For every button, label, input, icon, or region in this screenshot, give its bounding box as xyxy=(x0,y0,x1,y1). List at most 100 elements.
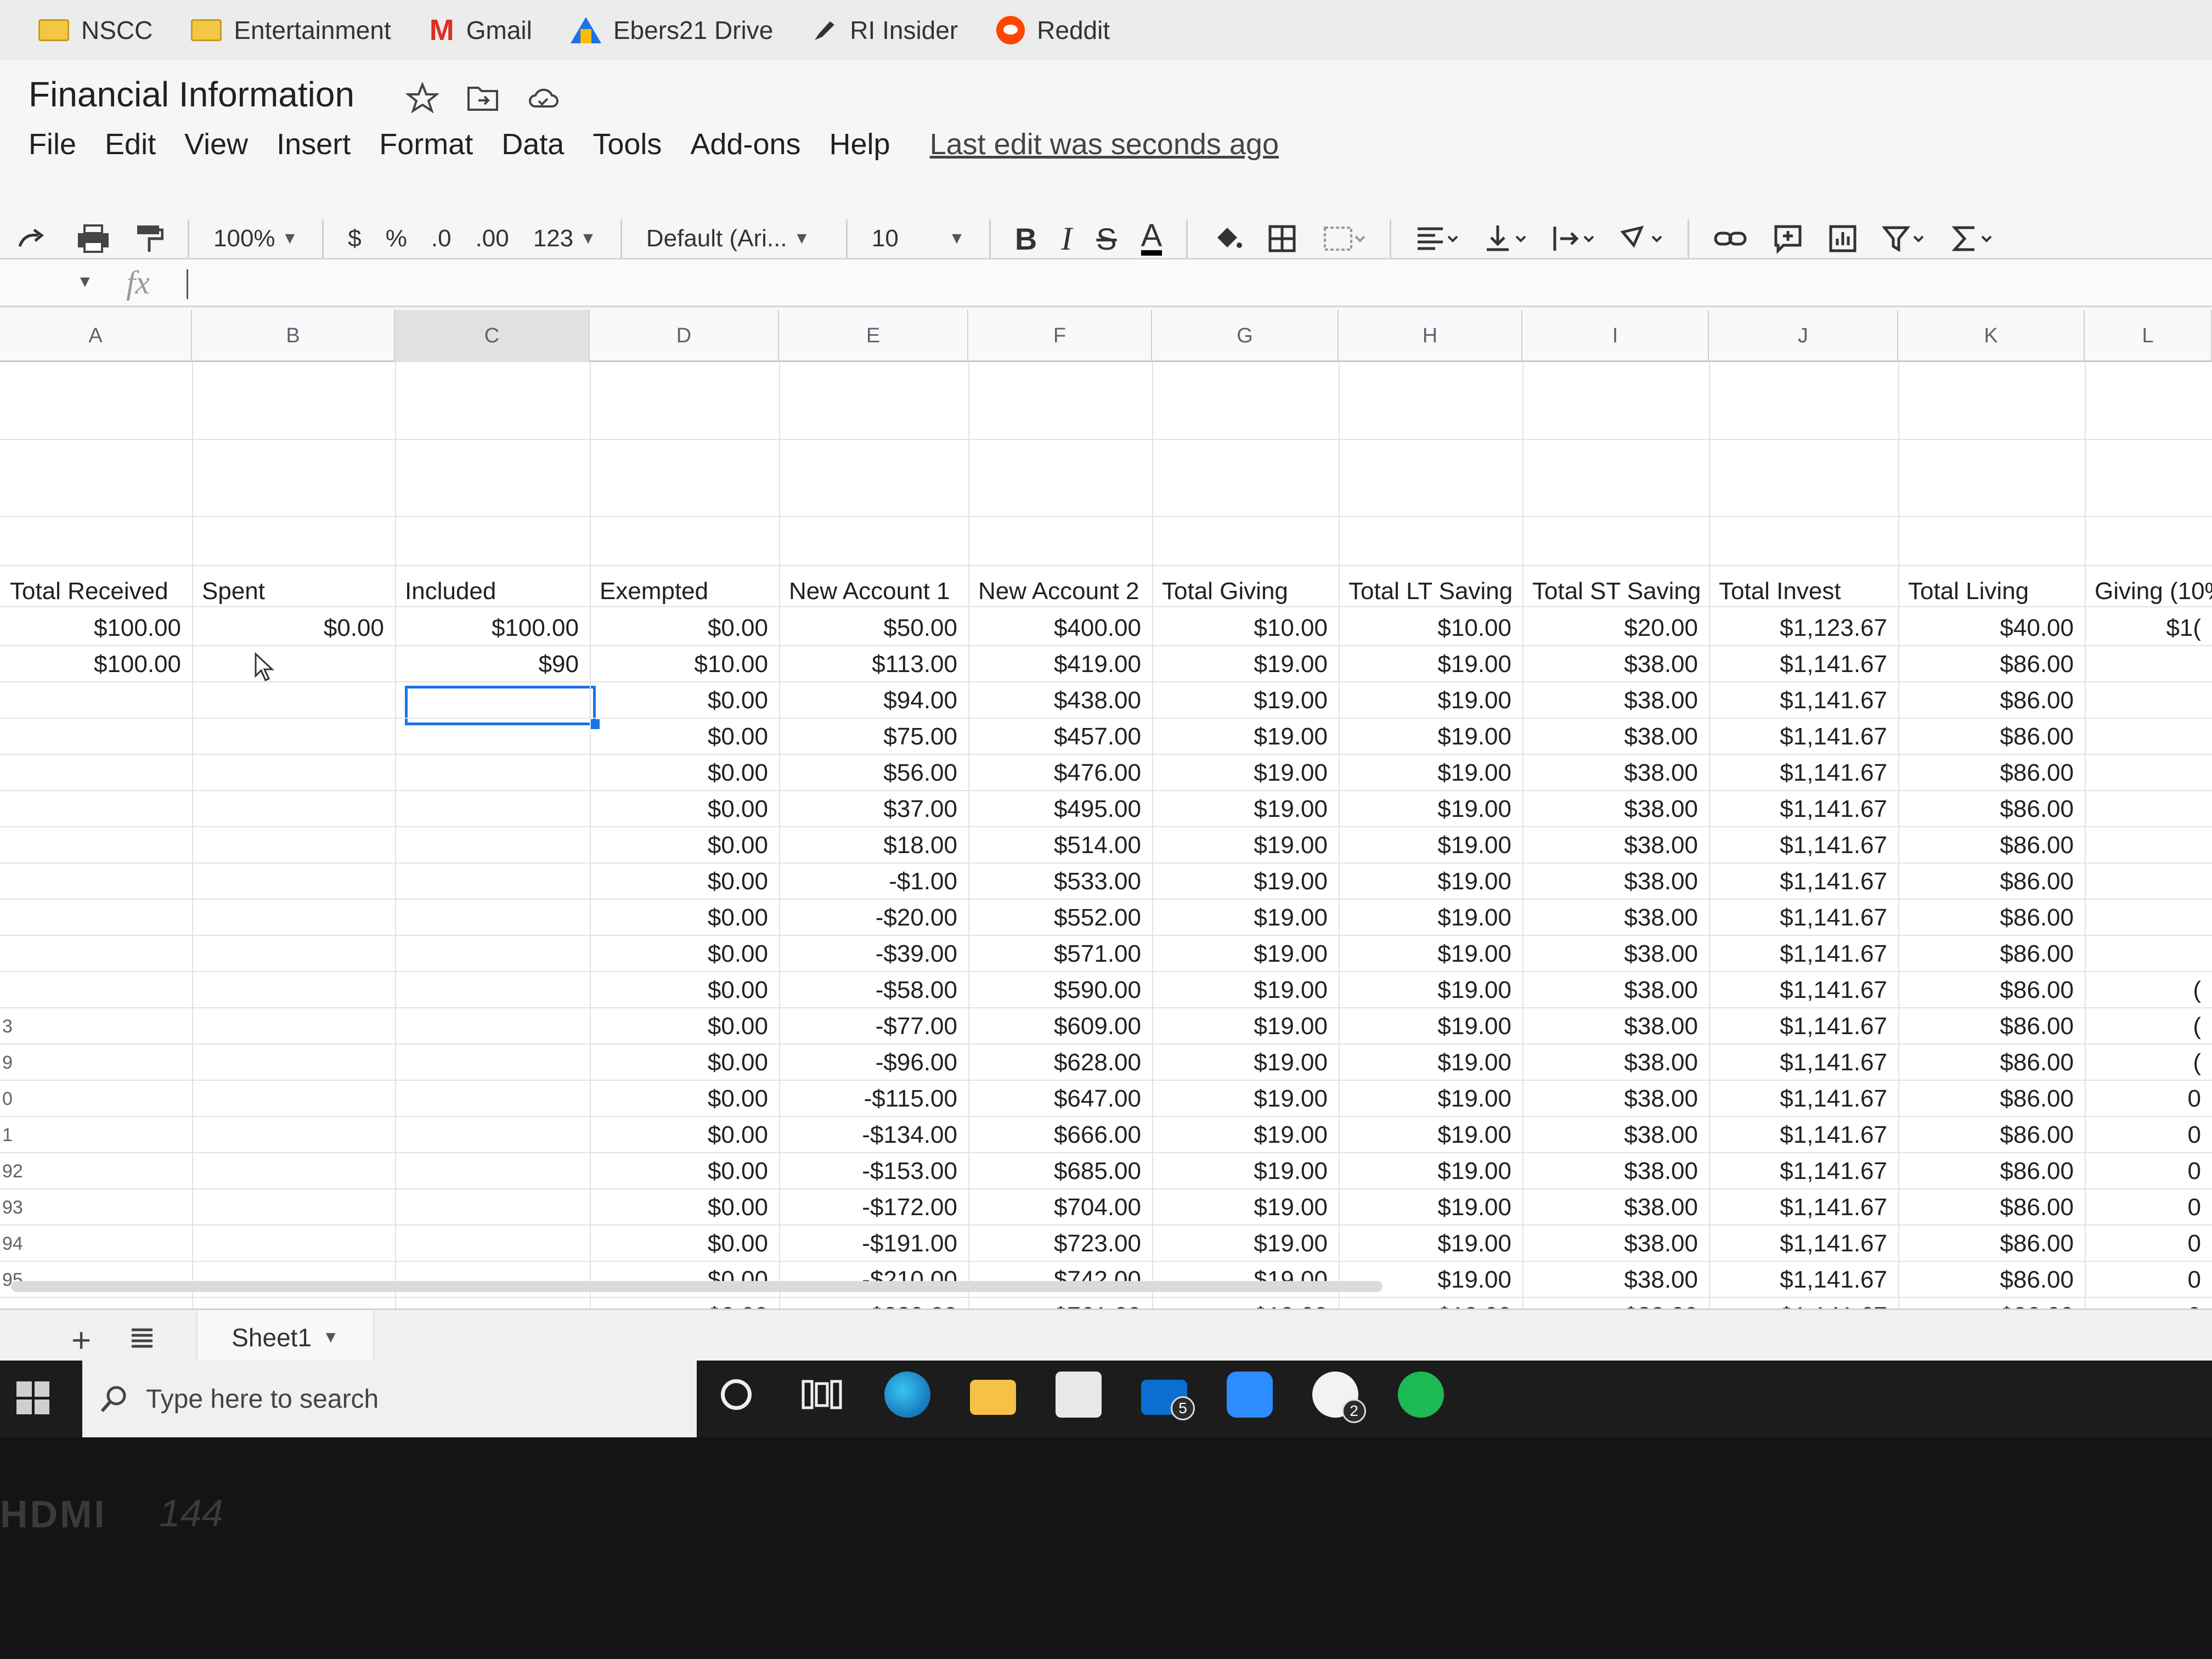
menu-format[interactable]: Format xyxy=(379,127,473,161)
cloud-saved-icon[interactable] xyxy=(527,82,560,113)
table-cell[interactable]: $19.00 xyxy=(1339,759,1511,787)
header-cell[interactable]: Total LT Saving xyxy=(1348,578,1513,605)
table-cell[interactable]: $0.00 xyxy=(192,614,384,642)
menu-addons[interactable]: Add-ons xyxy=(690,127,800,161)
table-cell[interactable]: $514.00 xyxy=(968,832,1141,859)
table-cell[interactable]: $1,141.67 xyxy=(1709,868,1887,895)
table-cell[interactable]: $38.00 xyxy=(1522,1266,1698,1294)
table-cell[interactable]: $0.00 xyxy=(590,1194,768,1221)
row-number[interactable]: 1 xyxy=(2,1125,13,1146)
header-cell[interactable]: New Account 2 xyxy=(978,578,1139,605)
zoom-icon[interactable] xyxy=(1227,1372,1273,1418)
header-cell[interactable]: Total Giving xyxy=(1162,578,1288,605)
bookmark-nscc[interactable]: NSCC xyxy=(38,15,153,45)
table-cell[interactable]: $1,141.67 xyxy=(1709,795,1887,823)
table-cell[interactable]: $1,123.67 xyxy=(1709,614,1887,642)
column-header-l[interactable]: L xyxy=(2085,310,2212,362)
row-number[interactable]: 94 xyxy=(2,1233,23,1255)
column-header-f[interactable]: F xyxy=(968,310,1152,362)
header-cell[interactable]: Giving (10% xyxy=(2095,578,2212,605)
chevron-down-icon[interactable]: ▼ xyxy=(323,1328,339,1347)
table-cell[interactable]: $590.00 xyxy=(968,977,1141,1004)
table-cell[interactable]: $86.00 xyxy=(1898,1230,2074,1257)
fill-color-icon[interactable] xyxy=(1212,223,1243,254)
table-cell[interactable]: -$96.00 xyxy=(779,1049,957,1076)
cell-area[interactable]: Total Received Spent Included Exempted New A… xyxy=(0,362,2212,1334)
bookmark-reddit[interactable]: Reddit xyxy=(996,15,1110,45)
table-cell[interactable]: $1,141.67 xyxy=(1709,1049,1887,1076)
table-cell[interactable]: $19.00 xyxy=(1152,1158,1328,1185)
header-cell[interactable]: Total Received xyxy=(10,578,168,605)
table-cell[interactable]: $38.00 xyxy=(1522,1013,1698,1040)
table-cell[interactable]: 0 xyxy=(2085,1158,2201,1185)
table-cell[interactable]: $19.00 xyxy=(1152,904,1328,932)
table-cell[interactable]: $19.00 xyxy=(1152,1121,1328,1149)
table-cell[interactable]: $19.00 xyxy=(1339,1085,1511,1113)
text-wrapping-icon[interactable] xyxy=(1551,223,1595,254)
text-color-button[interactable]: A xyxy=(1141,220,1163,256)
table-cell[interactable]: $19.00 xyxy=(1152,1230,1328,1257)
percent-format-button[interactable]: % xyxy=(386,225,407,252)
column-header-i[interactable]: I xyxy=(1522,310,1709,362)
bold-button[interactable]: B xyxy=(1015,221,1037,257)
print-icon[interactable] xyxy=(76,223,111,254)
table-cell[interactable]: $0.00 xyxy=(590,759,768,787)
table-cell[interactable]: $19.00 xyxy=(1339,832,1511,859)
table-cell[interactable]: $533.00 xyxy=(968,868,1141,895)
table-cell[interactable]: $457.00 xyxy=(968,723,1141,751)
row-number[interactable]: 3 xyxy=(2,1016,13,1037)
table-cell[interactable]: $666.00 xyxy=(968,1121,1141,1149)
table-cell[interactable]: $19.00 xyxy=(1152,832,1328,859)
strikethrough-button[interactable]: S xyxy=(1096,221,1116,257)
header-cell[interactable]: Total Living xyxy=(1908,578,2029,605)
table-cell[interactable]: $438.00 xyxy=(968,687,1141,714)
table-cell[interactable]: $86.00 xyxy=(1898,1158,2074,1185)
column-header-c[interactable]: C xyxy=(395,310,590,362)
table-cell[interactable]: $685.00 xyxy=(968,1158,1141,1185)
all-sheets-icon[interactable] xyxy=(129,1325,155,1350)
table-cell[interactable]: 0 xyxy=(2085,1121,2201,1149)
table-cell[interactable]: $38.00 xyxy=(1522,940,1698,968)
table-cell[interactable]: $86.00 xyxy=(1898,1049,2074,1076)
table-cell[interactable]: 0 xyxy=(2085,1266,2201,1294)
sheet-tab[interactable]: Sheet1 ▼ xyxy=(198,1310,373,1365)
table-cell[interactable]: $90 xyxy=(395,651,579,678)
table-cell[interactable]: $19.00 xyxy=(1339,651,1511,678)
menu-tools[interactable]: Tools xyxy=(592,127,662,161)
header-cell[interactable]: New Account 1 xyxy=(789,578,950,605)
edge-icon[interactable] xyxy=(884,1372,930,1418)
table-cell[interactable]: $1( xyxy=(2085,614,2201,642)
table-cell[interactable]: $0.00 xyxy=(590,1049,768,1076)
table-cell[interactable]: $10.00 xyxy=(1152,614,1328,642)
row-number[interactable]: 92 xyxy=(2,1161,23,1182)
table-cell[interactable]: $19.00 xyxy=(1152,1049,1328,1076)
table-cell[interactable]: 0 xyxy=(2085,1194,2201,1221)
table-cell[interactable]: $19.00 xyxy=(1152,940,1328,968)
table-cell[interactable]: $1,141.67 xyxy=(1709,977,1887,1004)
table-cell[interactable]: $1,141.67 xyxy=(1709,904,1887,932)
text-rotation-icon[interactable] xyxy=(1620,223,1663,254)
xbox-icon[interactable]: 2 xyxy=(1312,1372,1366,1423)
table-cell[interactable]: -$1.00 xyxy=(779,868,957,895)
table-cell[interactable]: $19.00 xyxy=(1339,723,1511,751)
header-cell[interactable]: Exempted xyxy=(600,578,708,605)
table-cell[interactable]: $38.00 xyxy=(1522,795,1698,823)
table-cell[interactable]: $38.00 xyxy=(1522,1085,1698,1113)
table-cell[interactable]: $113.00 xyxy=(779,651,957,678)
table-cell[interactable]: -$39.00 xyxy=(779,940,957,968)
cortana-icon[interactable] xyxy=(721,1379,752,1410)
table-cell[interactable]: $1,141.67 xyxy=(1709,1158,1887,1185)
table-cell[interactable]: $0.00 xyxy=(590,1085,768,1113)
spotify-icon[interactable] xyxy=(1398,1372,1444,1418)
table-cell[interactable]: $19.00 xyxy=(1339,1121,1511,1149)
table-cell[interactable]: $38.00 xyxy=(1522,1194,1698,1221)
table-cell[interactable]: $1,141.67 xyxy=(1709,1230,1887,1257)
table-cell[interactable]: 0 xyxy=(2085,1085,2201,1113)
table-cell[interactable]: $19.00 xyxy=(1339,904,1511,932)
table-cell[interactable]: $0.00 xyxy=(590,1121,768,1149)
table-cell[interactable]: $19.00 xyxy=(1152,868,1328,895)
table-cell[interactable]: $38.00 xyxy=(1522,1121,1698,1149)
table-cell[interactable]: $19.00 xyxy=(1339,940,1511,968)
table-cell[interactable]: -$172.00 xyxy=(779,1194,957,1221)
table-cell[interactable]: $18.00 xyxy=(779,832,957,859)
